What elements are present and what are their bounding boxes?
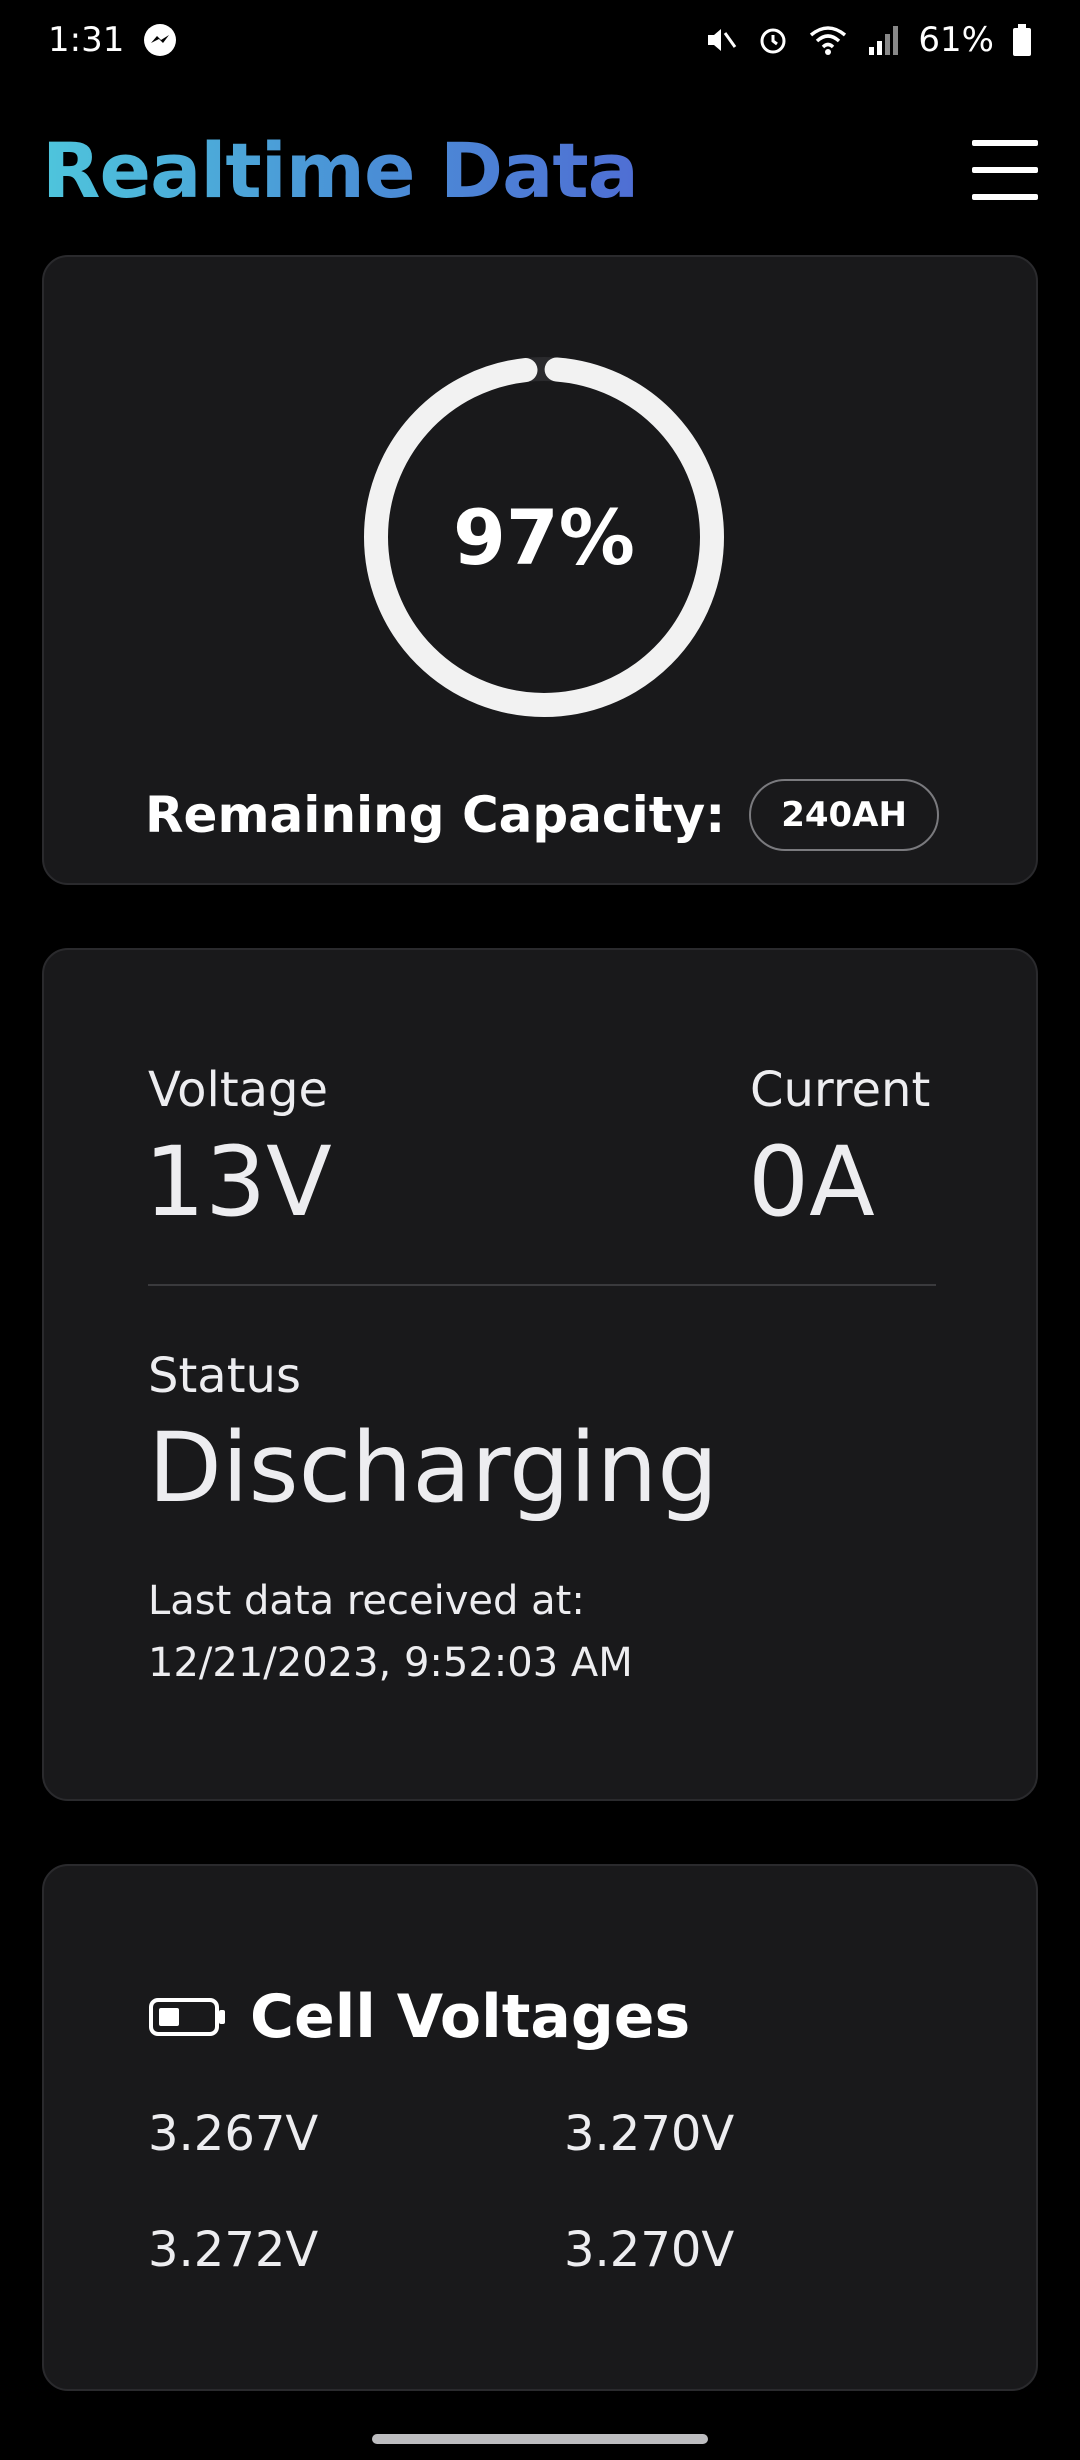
status-value: Discharging xyxy=(148,1412,719,1524)
capacity-row: Remaining Capacity: 240AH xyxy=(44,779,1040,851)
current-label: Current xyxy=(750,1062,931,1118)
cell-voltages-card: Cell Voltages 3.267V 3.270V 3.272V 3.270… xyxy=(42,1864,1038,2391)
page-title: Realtime Data xyxy=(42,125,639,215)
battery-icon xyxy=(1012,23,1032,57)
battery-low-icon xyxy=(148,1995,228,2039)
hamburger-icon-bar xyxy=(972,194,1038,200)
hamburger-icon-bar xyxy=(972,140,1038,146)
capacity-card: 97% Remaining Capacity: 240AH xyxy=(42,255,1038,885)
divider xyxy=(148,1284,936,1286)
voltage-value: 13V xyxy=(144,1126,332,1238)
cell-voltage-4: 3.270V xyxy=(564,2222,735,2278)
mute-icon xyxy=(704,23,738,57)
cell-voltage-2: 3.270V xyxy=(564,2106,735,2162)
last-received-label: Last data received at: xyxy=(148,1578,585,1624)
remaining-capacity-label: Remaining Capacity: xyxy=(145,786,726,844)
current-value: 0A xyxy=(748,1126,875,1238)
voltage-label: Voltage xyxy=(148,1062,329,1118)
status-label: Status xyxy=(148,1348,301,1404)
messenger-icon xyxy=(142,22,178,58)
metrics-card: Voltage 13V Current 0A Status Dischargin… xyxy=(42,948,1038,1801)
status-bar: 1:31 61% xyxy=(0,0,1080,80)
capacity-percent: 97% xyxy=(453,492,635,582)
screen: 1:31 61% Realtime Data 97% Remaining Cap… xyxy=(0,0,1080,2460)
last-received-time: 12/21/2023, 9:52:03 AM xyxy=(148,1640,633,1686)
cells-title: Cell Voltages xyxy=(250,1982,691,2052)
hamburger-icon-bar xyxy=(972,167,1038,173)
cells-header: Cell Voltages xyxy=(148,1982,690,2052)
status-time: 1:31 xyxy=(48,20,125,60)
cell-voltage-3: 3.272V xyxy=(148,2222,319,2278)
battery-percent: 61% xyxy=(918,20,994,60)
cell-voltage-1: 3.267V xyxy=(148,2106,319,2162)
wifi-icon xyxy=(808,23,848,57)
alarm-icon xyxy=(756,23,790,57)
signal-icon xyxy=(866,23,900,57)
menu-button[interactable] xyxy=(972,140,1038,200)
capacity-gauge: 97% xyxy=(364,357,724,717)
home-indicator[interactable] xyxy=(372,2434,708,2444)
app-header: Realtime Data xyxy=(0,115,1080,225)
capacity-badge: 240AH xyxy=(749,779,939,851)
